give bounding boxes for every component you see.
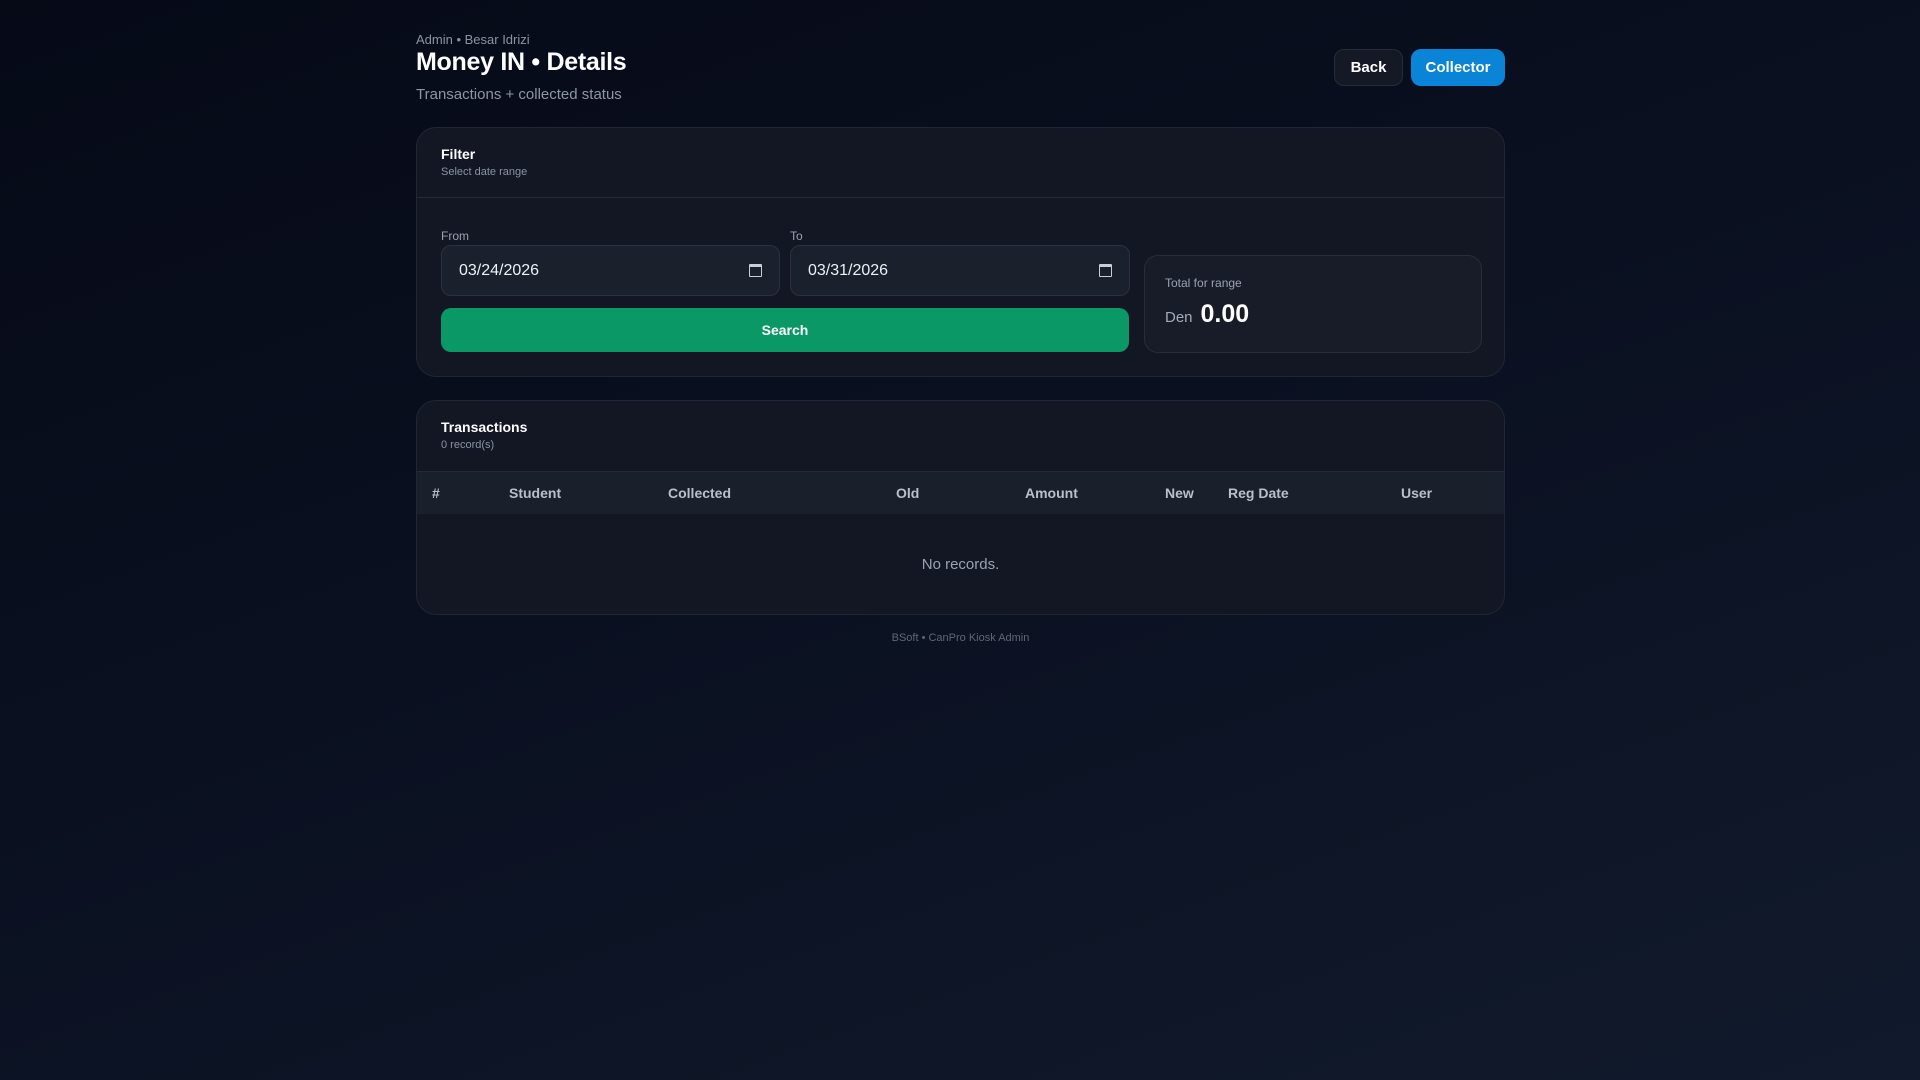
column-header-amount[interactable]: Amount xyxy=(1025,485,1078,501)
column-header-new[interactable]: New xyxy=(1165,485,1194,501)
to-label: To xyxy=(790,229,803,243)
total-value: 0.00 xyxy=(1200,300,1250,328)
transactions-card: Transactions 0 record(s) # Student Colle… xyxy=(416,400,1505,615)
footer: BSoft • CanPro Kiosk Admin xyxy=(891,632,1030,644)
record-count: 0 record(s) xyxy=(441,439,495,451)
column-header-user[interactable]: User xyxy=(1401,485,1432,501)
column-header-reg-date[interactable]: Reg Date xyxy=(1228,485,1289,501)
transactions-header: Transactions 0 record(s) xyxy=(417,401,1504,471)
total-label: Total for range xyxy=(1165,276,1242,290)
column-header-student[interactable]: Student xyxy=(509,485,561,501)
table-header: # Student Collected Old Amount New Reg D… xyxy=(417,471,1504,514)
collector-button[interactable]: Collector xyxy=(1411,49,1505,86)
column-header-number[interactable]: # xyxy=(432,485,440,501)
from-date-input[interactable]: 03/24/2026 xyxy=(441,245,780,296)
breadcrumb: Admin • Besar Idrizi xyxy=(416,32,530,47)
header-actions: Back Collector xyxy=(1334,49,1505,86)
total-box: Total for range Den 0.00 xyxy=(1144,255,1482,353)
page-title: Money IN • Details xyxy=(416,48,627,76)
page-container: Admin • Besar Idrizi Money IN • Details … xyxy=(416,0,1505,644)
to-date-input[interactable]: 03/31/2026 xyxy=(790,245,1130,296)
filter-title: Filter xyxy=(441,146,476,162)
calendar-icon[interactable] xyxy=(749,264,762,277)
filter-card: Filter Select date range From 03/24/2026… xyxy=(416,127,1505,377)
page-subtitle: Transactions + collected status xyxy=(416,86,622,103)
transactions-title: Transactions xyxy=(441,419,528,435)
calendar-icon[interactable] xyxy=(1099,264,1112,277)
to-date-value: 03/31/2026 xyxy=(808,261,889,279)
total-row: Den 0.00 xyxy=(1165,300,1461,329)
from-date-value: 03/24/2026 xyxy=(459,261,540,279)
page-header: Admin • Besar Idrizi Money IN • Details … xyxy=(416,0,1505,127)
filter-card-header: Filter Select date range xyxy=(417,128,1504,198)
empty-state: No records. xyxy=(921,556,1000,573)
filter-subtitle: Select date range xyxy=(441,166,528,178)
search-button[interactable]: Search xyxy=(441,308,1129,352)
back-button[interactable]: Back xyxy=(1334,49,1403,86)
from-label: From xyxy=(441,229,469,243)
column-header-collected[interactable]: Collected xyxy=(668,485,731,501)
total-currency: Den xyxy=(1165,309,1193,326)
column-header-old[interactable]: Old xyxy=(896,485,919,501)
